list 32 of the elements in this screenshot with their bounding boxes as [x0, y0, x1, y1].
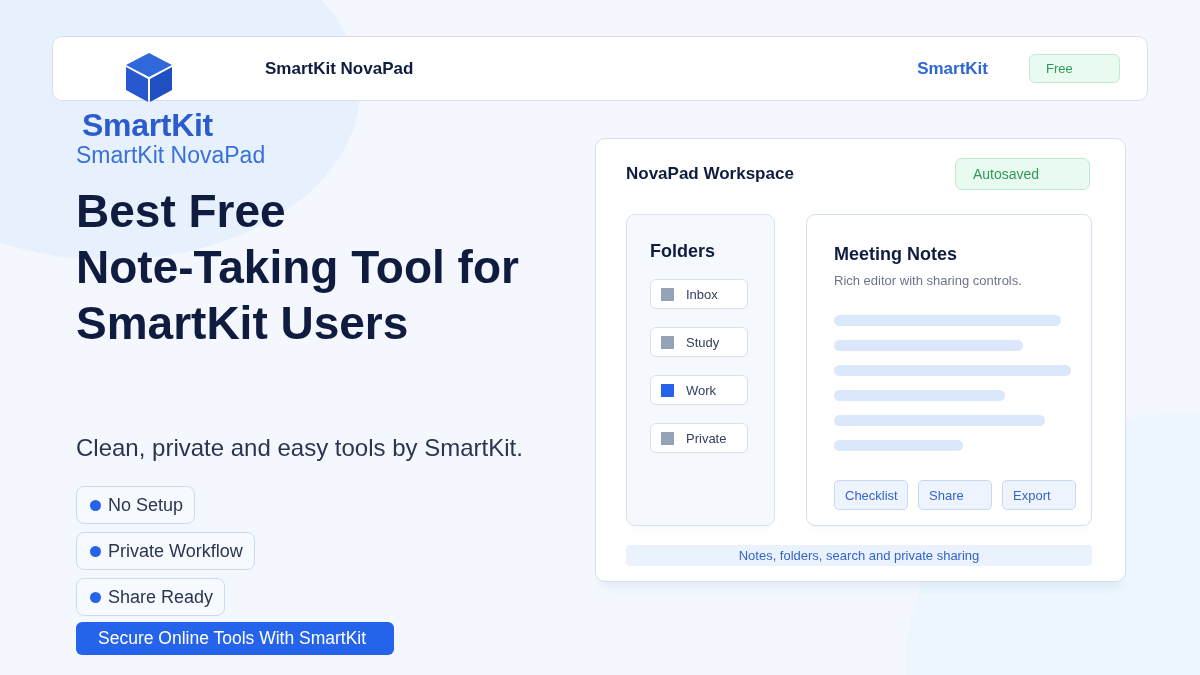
- editor-action-button[interactable]: Share: [918, 480, 992, 510]
- feature-caption: Notes, folders, search and private sharing: [626, 545, 1092, 566]
- bullet-dot-icon: [90, 499, 101, 511]
- editor-action-button[interactable]: Export: [1002, 480, 1076, 510]
- note-subtitle: Rich editor with sharing controls.: [834, 273, 1022, 289]
- folder-label: Study: [686, 334, 720, 350]
- note-title: Meeting Notes: [834, 243, 957, 266]
- folder-item[interactable]: Study: [650, 327, 748, 357]
- folder-label: Inbox: [686, 286, 718, 302]
- bullet-dot-icon: [90, 545, 101, 557]
- logo-wordmark: SmartKit: [82, 108, 213, 142]
- product-name: SmartKit NovaPad: [76, 141, 267, 169]
- hero-subtitle: Clean, private and easy tools by SmartKit.: [76, 434, 523, 462]
- feature-label: No Setup: [108, 494, 184, 516]
- feature-label: Private Workflow: [108, 540, 243, 562]
- panel-title: Folders: [650, 240, 715, 263]
- bullet-dot-icon: [90, 591, 101, 603]
- folder-item[interactable]: Work: [650, 375, 748, 405]
- cta-button[interactable]: Secure Online Tools With SmartKit: [76, 622, 394, 655]
- feature-label: Share Ready: [108, 586, 214, 608]
- header-title: SmartKit NovaPad: [265, 58, 415, 79]
- folder-item[interactable]: Private: [650, 423, 748, 453]
- status-badge: Autosaved: [955, 158, 1090, 190]
- nav-link[interactable]: SmartKit: [917, 58, 988, 79]
- folder-item[interactable]: Inbox: [650, 279, 748, 309]
- folder-label: Private: [686, 430, 727, 446]
- editor-action-button[interactable]: Checklist: [834, 480, 908, 510]
- plan-badge: Free: [1029, 54, 1120, 83]
- workspace-title: NovaPad Workspace: [626, 164, 794, 184]
- folder-label: Work: [686, 382, 717, 398]
- cube-logo-icon: [124, 52, 175, 102]
- hero-heading: Best Free Note-Taking Tool for SmartKit Users: [76, 184, 519, 351]
